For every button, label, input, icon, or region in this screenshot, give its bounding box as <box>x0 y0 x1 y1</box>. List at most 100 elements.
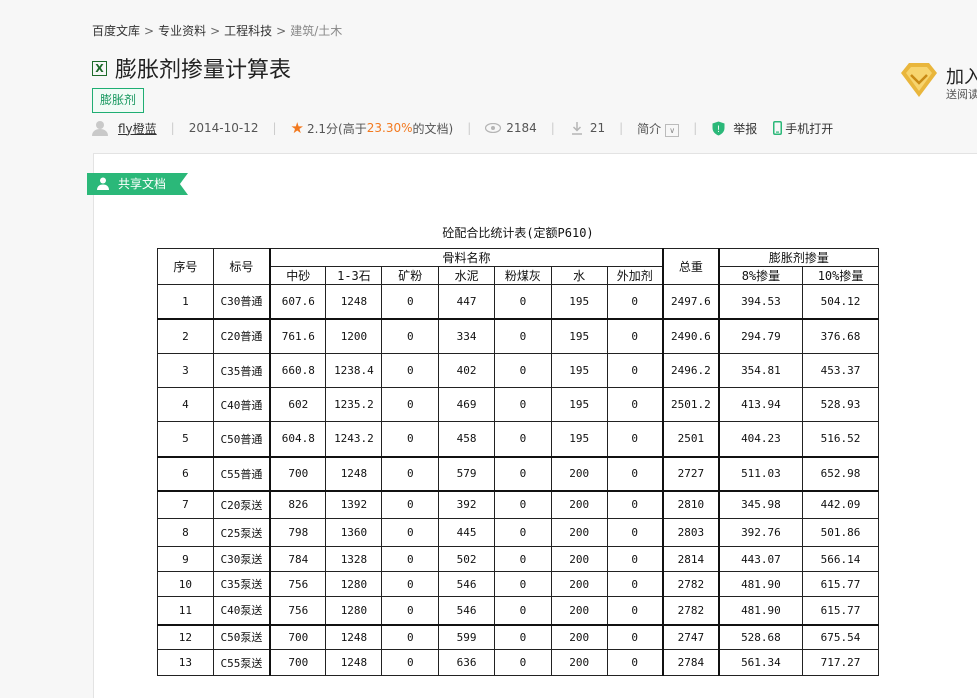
cell-grade: C20泵送 <box>212 490 272 519</box>
cell-total: 2490.6 <box>662 318 720 354</box>
cell-index: 12 <box>157 624 214 650</box>
table-row: 3 C35普通 660.8 1238.4 0 402 0 195 0 2496.2 354.81 45… <box>157 353 879 388</box>
cell-flyash: 0 <box>494 596 552 626</box>
cell-sand: 756 <box>269 571 327 597</box>
cell-10pct: 528.93 <box>802 387 879 422</box>
cell-sand: 607.6 <box>269 284 327 320</box>
eye-icon <box>485 121 502 135</box>
cell-admixture: 0 <box>606 490 664 519</box>
header-sand: 中砂 <box>269 266 327 285</box>
user-icon <box>97 177 109 190</box>
cell-stone: 1248 <box>325 624 383 650</box>
cell-cement: 546 <box>438 571 495 597</box>
cell-sand: 700 <box>269 456 327 492</box>
excel-file-icon: X <box>92 60 107 76</box>
cell-slag: 0 <box>381 387 440 422</box>
cell-index: 7 <box>157 490 214 519</box>
cell-flyash: 0 <box>494 518 552 547</box>
cell-total: 2747 <box>662 624 720 650</box>
vip-promo[interactable]: 加入 送阅读 <box>897 58 977 102</box>
divider: | <box>467 121 472 135</box>
cell-admixture: 0 <box>606 571 664 597</box>
cell-slag: 0 <box>381 596 440 626</box>
breadcrumb-item[interactable]: 百度文库 <box>92 24 140 38</box>
cell-8pct: 345.98 <box>718 490 804 519</box>
cell-water: 200 <box>550 571 608 597</box>
cell-10pct: 376.68 <box>802 318 879 354</box>
cell-index: 9 <box>157 546 214 572</box>
divider: | <box>693 121 698 135</box>
table-row: 13 C55泵送 700 1248 0 636 0 200 0 2784 561.34 717.27 <box>157 649 879 676</box>
table-row: 1 C30普通 607.6 1248 0 447 0 195 0 2497.6 394.53 504.… <box>157 284 879 320</box>
header-flyash: 粉煤灰 <box>494 266 552 285</box>
cell-slag: 0 <box>381 284 440 320</box>
author-link[interactable]: fly橙蓝 <box>118 120 157 137</box>
cell-grade: C30泵送 <box>212 546 272 572</box>
cell-total: 2782 <box>662 596 720 626</box>
cell-water: 200 <box>550 490 608 519</box>
cell-admixture: 0 <box>606 649 664 676</box>
cell-stone: 1243.2 <box>325 421 383 458</box>
breadcrumb-item[interactable]: 工程科技 <box>224 24 272 38</box>
shared-doc-label: 共享文档 <box>118 177 167 191</box>
rating-text: 2.1分(高于 <box>306 121 367 136</box>
cell-cement: 402 <box>438 353 495 388</box>
vip-diamond-icon <box>901 63 937 97</box>
cell-index: 6 <box>157 456 214 492</box>
cell-10pct: 453.37 <box>802 353 879 388</box>
cell-cement: 445 <box>438 518 495 547</box>
cell-water: 195 <box>550 353 608 388</box>
header-10pct: 10%掺量 <box>802 266 879 285</box>
cell-flyash: 0 <box>494 624 552 650</box>
cell-total: 2803 <box>662 518 720 547</box>
keyword-tag[interactable]: 膨胀剂 <box>92 88 145 113</box>
star-icon: ★ <box>290 119 304 137</box>
header-expansion: 膨胀剂掺量 <box>718 248 879 267</box>
cell-cement: 458 <box>438 421 495 458</box>
cell-8pct: 481.90 <box>718 571 804 597</box>
cell-8pct: 443.07 <box>718 546 804 572</box>
cell-total: 2501 <box>662 421 720 458</box>
cell-grade: C40泵送 <box>212 596 272 626</box>
upload-date: 2014-10-12 <box>188 121 259 135</box>
rating-percent: 23.30% <box>366 121 413 135</box>
cell-water: 195 <box>550 421 608 458</box>
table-row: 9 C30泵送 784 1328 0 502 0 200 0 2814 443.07 566.14 <box>157 546 879 572</box>
breadcrumb-item[interactable]: 建筑/土木 <box>290 24 342 38</box>
cell-grade: C35泵送 <box>212 571 272 597</box>
cell-cement: 447 <box>438 284 495 320</box>
cell-10pct: 615.77 <box>802 571 879 597</box>
header-admixture: 外加剂 <box>606 266 664 285</box>
report-link[interactable]: 举报 <box>733 120 757 137</box>
mobile-open-link[interactable]: 手机打开 <box>785 120 833 137</box>
breadcrumb-item[interactable]: 专业资料 <box>158 24 206 38</box>
cell-slag: 0 <box>381 546 440 572</box>
cell-8pct: 392.76 <box>718 518 804 547</box>
intro-toggle[interactable]: 简介 ∨ <box>637 120 680 137</box>
table-row: 2 C20普通 761.6 1200 0 334 0 195 0 2490.6 294.79 376.… <box>157 318 879 354</box>
cell-admixture: 0 <box>606 518 664 547</box>
cell-stone: 1248 <box>325 649 383 676</box>
cell-total: 2496.2 <box>662 353 720 388</box>
chevron-right-icon: > <box>210 24 221 38</box>
cell-grade: C50泵送 <box>212 624 272 650</box>
cell-slag: 0 <box>381 490 440 519</box>
cell-water: 200 <box>550 456 608 492</box>
cell-stone: 1280 <box>325 571 383 597</box>
divider: | <box>272 121 277 135</box>
cell-8pct: 481.90 <box>718 596 804 626</box>
cell-slag: 0 <box>381 571 440 597</box>
cell-grade: C40普通 <box>212 387 272 422</box>
cell-8pct: 354.81 <box>718 353 804 388</box>
table-row: 7 C20泵送 826 1392 0 392 0 200 0 2810 345.98 442.09 <box>157 490 879 519</box>
cell-total: 2784 <box>662 649 720 676</box>
cell-total: 2810 <box>662 490 720 519</box>
cell-10pct: 501.86 <box>802 518 879 547</box>
cell-8pct: 413.94 <box>718 387 804 422</box>
table-row: 6 C55普通 700 1248 0 579 0 200 0 2727 511.03 652.98 <box>157 456 879 492</box>
cell-grade: C25泵送 <box>212 518 272 547</box>
cell-admixture: 0 <box>606 387 664 422</box>
cell-admixture: 0 <box>606 546 664 572</box>
cell-grade: C30普通 <box>212 284 272 320</box>
cell-stone: 1248 <box>325 456 383 492</box>
